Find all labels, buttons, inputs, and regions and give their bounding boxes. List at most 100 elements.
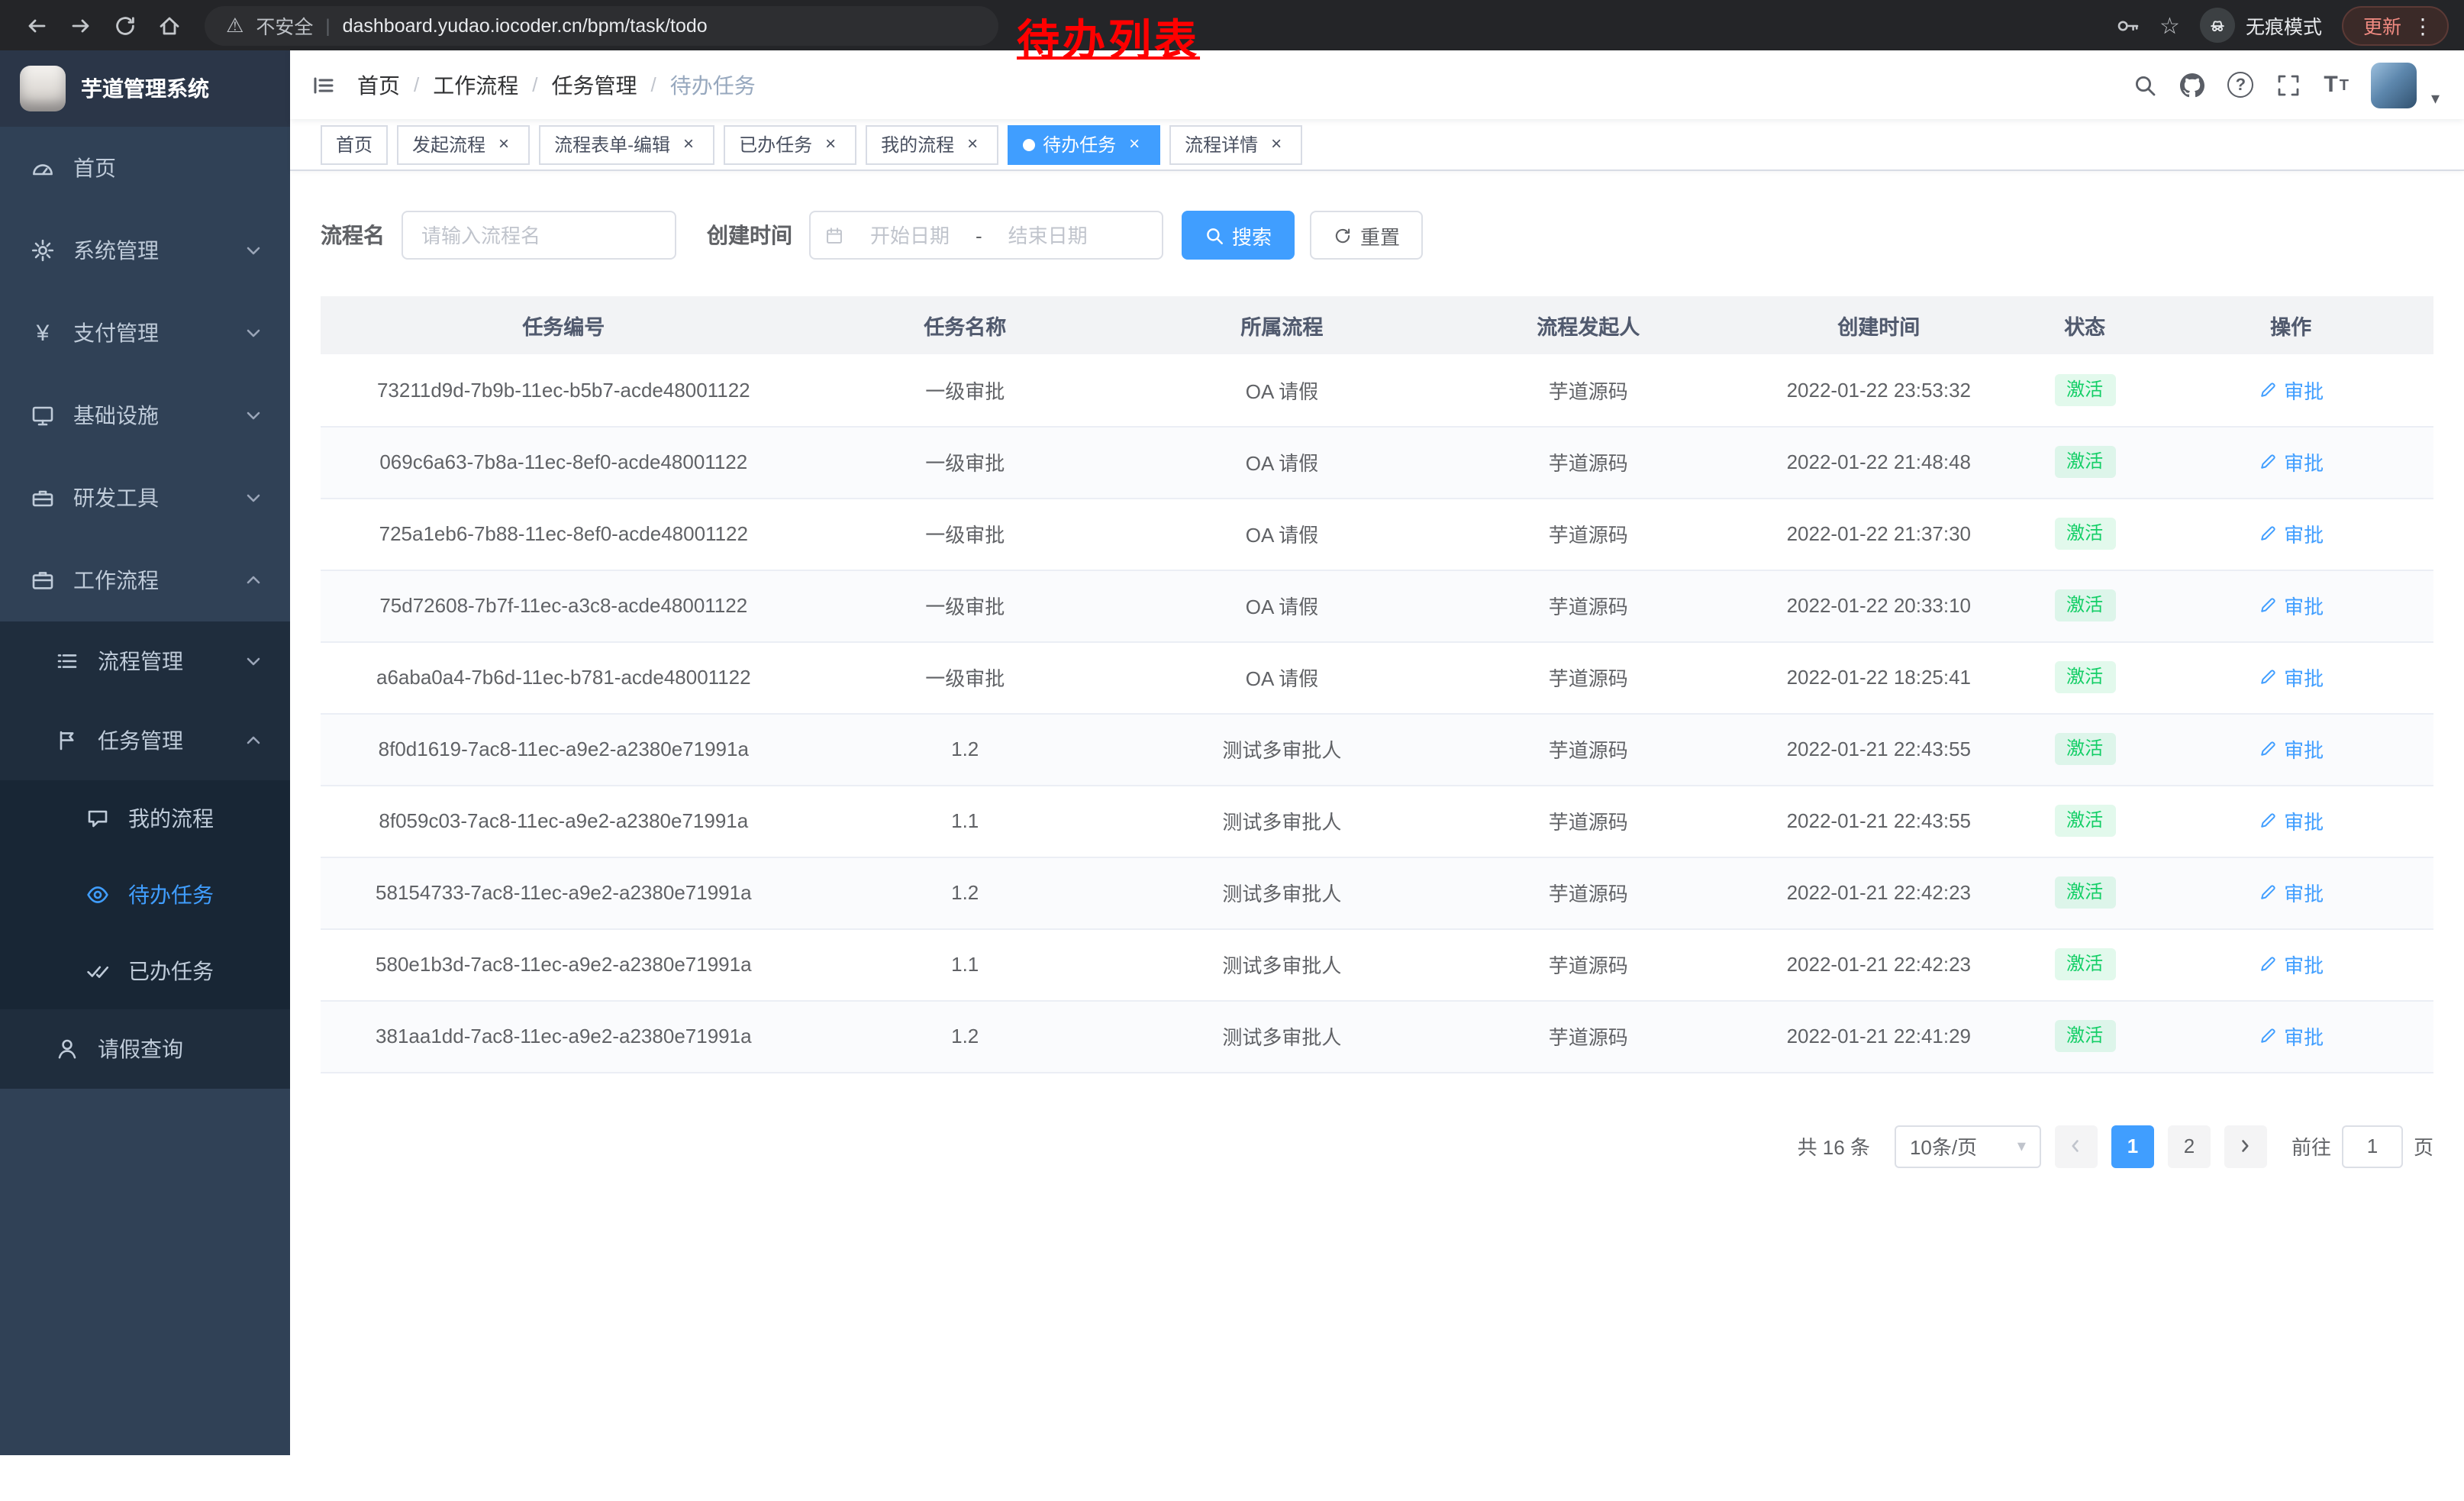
prev-page-button[interactable] (2055, 1125, 2098, 1167)
flag-icon (55, 728, 79, 753)
goto-page-input[interactable] (2342, 1125, 2403, 1167)
chevron-down-icon (241, 403, 266, 428)
breadcrumb-home[interactable]: 首页 (357, 69, 400, 100)
browser-update-button[interactable]: 更新 ⋮ (2342, 5, 2449, 45)
close-icon[interactable]: × (820, 134, 841, 155)
reset-button[interactable]: 重置 (1310, 211, 1423, 260)
font-size-icon[interactable]: TT (2324, 73, 2349, 96)
user-avatar[interactable] (2372, 62, 2417, 108)
incognito-icon (2200, 8, 2235, 43)
sidebar-item-home[interactable]: 首页 (0, 127, 290, 209)
sidebar-item-system[interactable]: 系统管理 (0, 209, 290, 292)
breadcrumb: 首页 / 工作流程 / 任务管理 / 待办任务 (357, 69, 756, 100)
edit-pencil-icon (2258, 596, 2278, 615)
sidebar-item-infrastructure[interactable]: 基础设施 (0, 374, 290, 457)
header-process: 所属流程 (1124, 296, 1440, 354)
approve-link[interactable]: 审批 (2258, 950, 2324, 979)
tab-process-detail[interactable]: 流程详情 × (1169, 124, 1302, 164)
date-range-picker[interactable]: - (809, 211, 1163, 260)
created-cell: 2022-01-21 22:43:55 (1737, 785, 2022, 857)
tab-done-tasks[interactable]: 已办任务 × (724, 124, 856, 164)
github-icon[interactable] (2180, 73, 2204, 97)
tab-start-process[interactable]: 发起流程 × (397, 124, 530, 164)
table-row: 73211d9d-7b9b-11ec-b5b7-acde48001122 一级审… (321, 354, 2433, 426)
created-cell: 2022-01-21 22:43:55 (1737, 713, 2022, 785)
approve-link[interactable]: 审批 (2258, 878, 2324, 907)
start-date-input[interactable] (847, 224, 972, 247)
task-name-cell: 一级审批 (807, 426, 1124, 498)
tab-form-edit[interactable]: 流程表单-编辑 × (539, 124, 714, 164)
approve-link[interactable]: 审批 (2258, 663, 2324, 692)
fullscreen-icon[interactable] (2276, 73, 2301, 97)
approve-link[interactable]: 审批 (2258, 519, 2324, 548)
not-secure-warning-icon: ⚠ (226, 13, 243, 37)
end-date-input[interactable] (985, 224, 1111, 247)
browser-back-button[interactable] (15, 5, 56, 46)
sidebar: 芋道管理系统 首页 系统管理 ¥ 支付管理 (0, 50, 290, 1455)
status-cell: 激活 (2021, 498, 2148, 570)
page-size-select[interactable]: 10条/页 ▾ (1895, 1125, 2041, 1167)
edit-pencil-icon (2258, 1026, 2278, 1046)
sidebar-item-done-tasks[interactable]: 已办任务 (0, 933, 290, 1009)
task-name-cell: 一级审批 (807, 641, 1124, 713)
table-row: 58154733-7ac8-11ec-a9e2-a2380e71991a 1.2… (321, 857, 2433, 928)
process-name-input[interactable] (402, 211, 676, 260)
sidebar-item-payment[interactable]: ¥ 支付管理 (0, 292, 290, 374)
app-logo[interactable]: 芋道管理系统 (0, 50, 290, 127)
active-tab-dot (1023, 138, 1035, 150)
browser-forward-button[interactable] (60, 5, 101, 46)
sidebar-item-dev-tools[interactable]: 研发工具 (0, 457, 290, 539)
url-text: dashboard.yudao.iocoder.cn/bpm/task/todo (343, 15, 708, 36)
close-icon[interactable]: × (678, 134, 699, 155)
sidebar-item-todo-tasks[interactable]: 待办任务 (0, 857, 290, 933)
task-name-cell: 1.1 (807, 785, 1124, 857)
browser-menu-icon[interactable]: ⋮ (2412, 15, 2433, 36)
page-2-button[interactable]: 2 (2168, 1125, 2211, 1167)
breadcrumb-workflow[interactable]: 工作流程 (433, 69, 518, 100)
sidebar-collapse-button[interactable] (290, 50, 357, 119)
task-name-cell: 1.1 (807, 928, 1124, 1000)
page-1-button[interactable]: 1 (2111, 1125, 2154, 1167)
search-button[interactable]: 搜索 (1182, 211, 1295, 260)
status-badge: 激活 (2054, 589, 2115, 621)
starter-cell: 芋道源码 (1440, 498, 1737, 570)
status-badge: 激活 (2054, 374, 2115, 406)
browser-home-button[interactable] (148, 5, 189, 46)
list-icon (55, 649, 79, 673)
breadcrumb-task-management[interactable]: 任务管理 (552, 69, 637, 100)
approve-link[interactable]: 审批 (2258, 376, 2324, 405)
browser-reload-button[interactable] (104, 5, 145, 46)
tab-home[interactable]: 首页 (321, 124, 388, 164)
approve-link[interactable]: 审批 (2258, 734, 2324, 763)
close-icon[interactable]: × (962, 134, 983, 155)
close-icon[interactable]: × (493, 134, 514, 155)
approve-link[interactable]: 审批 (2258, 447, 2324, 476)
approve-link[interactable]: 审批 (2258, 591, 2324, 620)
help-icon[interactable]: ? (2227, 72, 2253, 98)
table-row: 381aa1dd-7ac8-11ec-a9e2-a2380e71991a 1.2… (321, 1000, 2433, 1072)
header-status: 状态 (2021, 296, 2148, 354)
task-id-cell: 73211d9d-7b9b-11ec-b5b7-acde48001122 (321, 354, 807, 426)
sidebar-item-leave-query[interactable]: 请假查询 (0, 1009, 290, 1089)
task-id-cell: 8f0d1619-7ac8-11ec-a9e2-a2380e71991a (321, 713, 807, 785)
password-key-icon[interactable] (2115, 13, 2140, 37)
tab-todo-tasks[interactable]: 待办任务 × (1008, 124, 1160, 164)
bookmark-star-icon[interactable]: ☆ (2159, 11, 2180, 39)
logo-image (20, 66, 66, 111)
status-cell: 激活 (2021, 570, 2148, 641)
eye-icon (85, 883, 110, 907)
sidebar-item-my-process[interactable]: 我的流程 (0, 780, 290, 857)
sidebar-item-process-management[interactable]: 流程管理 (0, 621, 290, 701)
close-icon[interactable]: × (1124, 134, 1145, 155)
address-bar[interactable]: ⚠ 不安全 | dashboard.yudao.iocoder.cn/bpm/t… (205, 5, 998, 45)
sidebar-item-task-management[interactable]: 任务管理 (0, 701, 290, 780)
next-page-button[interactable] (2224, 1125, 2267, 1167)
approve-link[interactable]: 审批 (2258, 806, 2324, 835)
close-icon[interactable]: × (1266, 134, 1287, 155)
sidebar-item-workflow[interactable]: 工作流程 (0, 539, 290, 621)
task-name-cell: 一级审批 (807, 498, 1124, 570)
tab-my-process[interactable]: 我的流程 × (866, 124, 998, 164)
avatar-caret-icon[interactable]: ▾ (2431, 88, 2440, 108)
approve-link[interactable]: 审批 (2258, 1022, 2324, 1051)
search-icon[interactable] (2133, 73, 2157, 97)
